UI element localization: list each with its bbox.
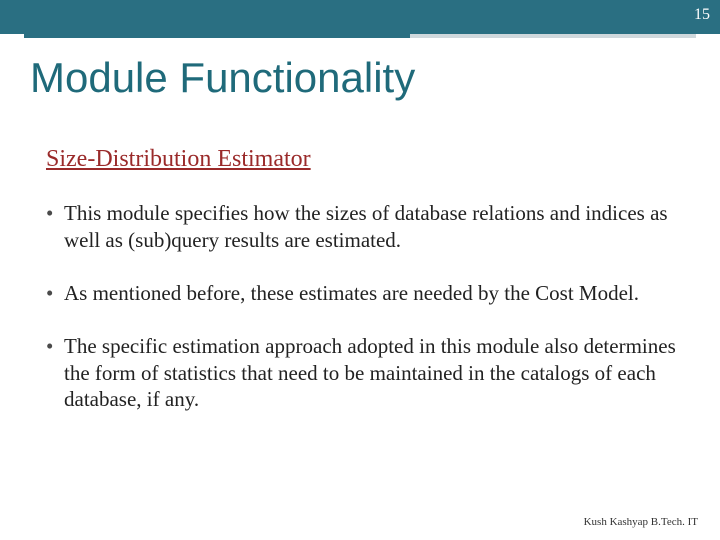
header-band: 15: [0, 0, 720, 34]
bullet-text: The specific estimation approach adopted…: [64, 333, 682, 414]
underline-accent: [24, 34, 410, 38]
bullet-text: As mentioned before, these estimates are…: [64, 280, 682, 307]
bullet-icon: •: [46, 280, 64, 307]
slide: 15 Module Functionality Size-Distributio…: [0, 0, 720, 540]
slide-title: Module Functionality: [30, 54, 415, 102]
list-item: • As mentioned before, these estimates a…: [46, 280, 682, 307]
underline-muted: [410, 34, 696, 38]
list-item: • This module specifies how the sizes of…: [46, 200, 682, 254]
bullet-text: This module specifies how the sizes of d…: [64, 200, 682, 254]
bullet-icon: •: [46, 200, 64, 254]
bullet-list: • This module specifies how the sizes of…: [46, 200, 682, 439]
bullet-icon: •: [46, 333, 64, 414]
slide-subtitle: Size-Distribution Estimator: [46, 146, 311, 173]
footer-credit: Kush Kashyap B.Tech. IT: [584, 516, 698, 528]
page-number: 15: [694, 6, 710, 24]
header-underline: [0, 34, 720, 40]
list-item: • The specific estimation approach adopt…: [46, 333, 682, 414]
